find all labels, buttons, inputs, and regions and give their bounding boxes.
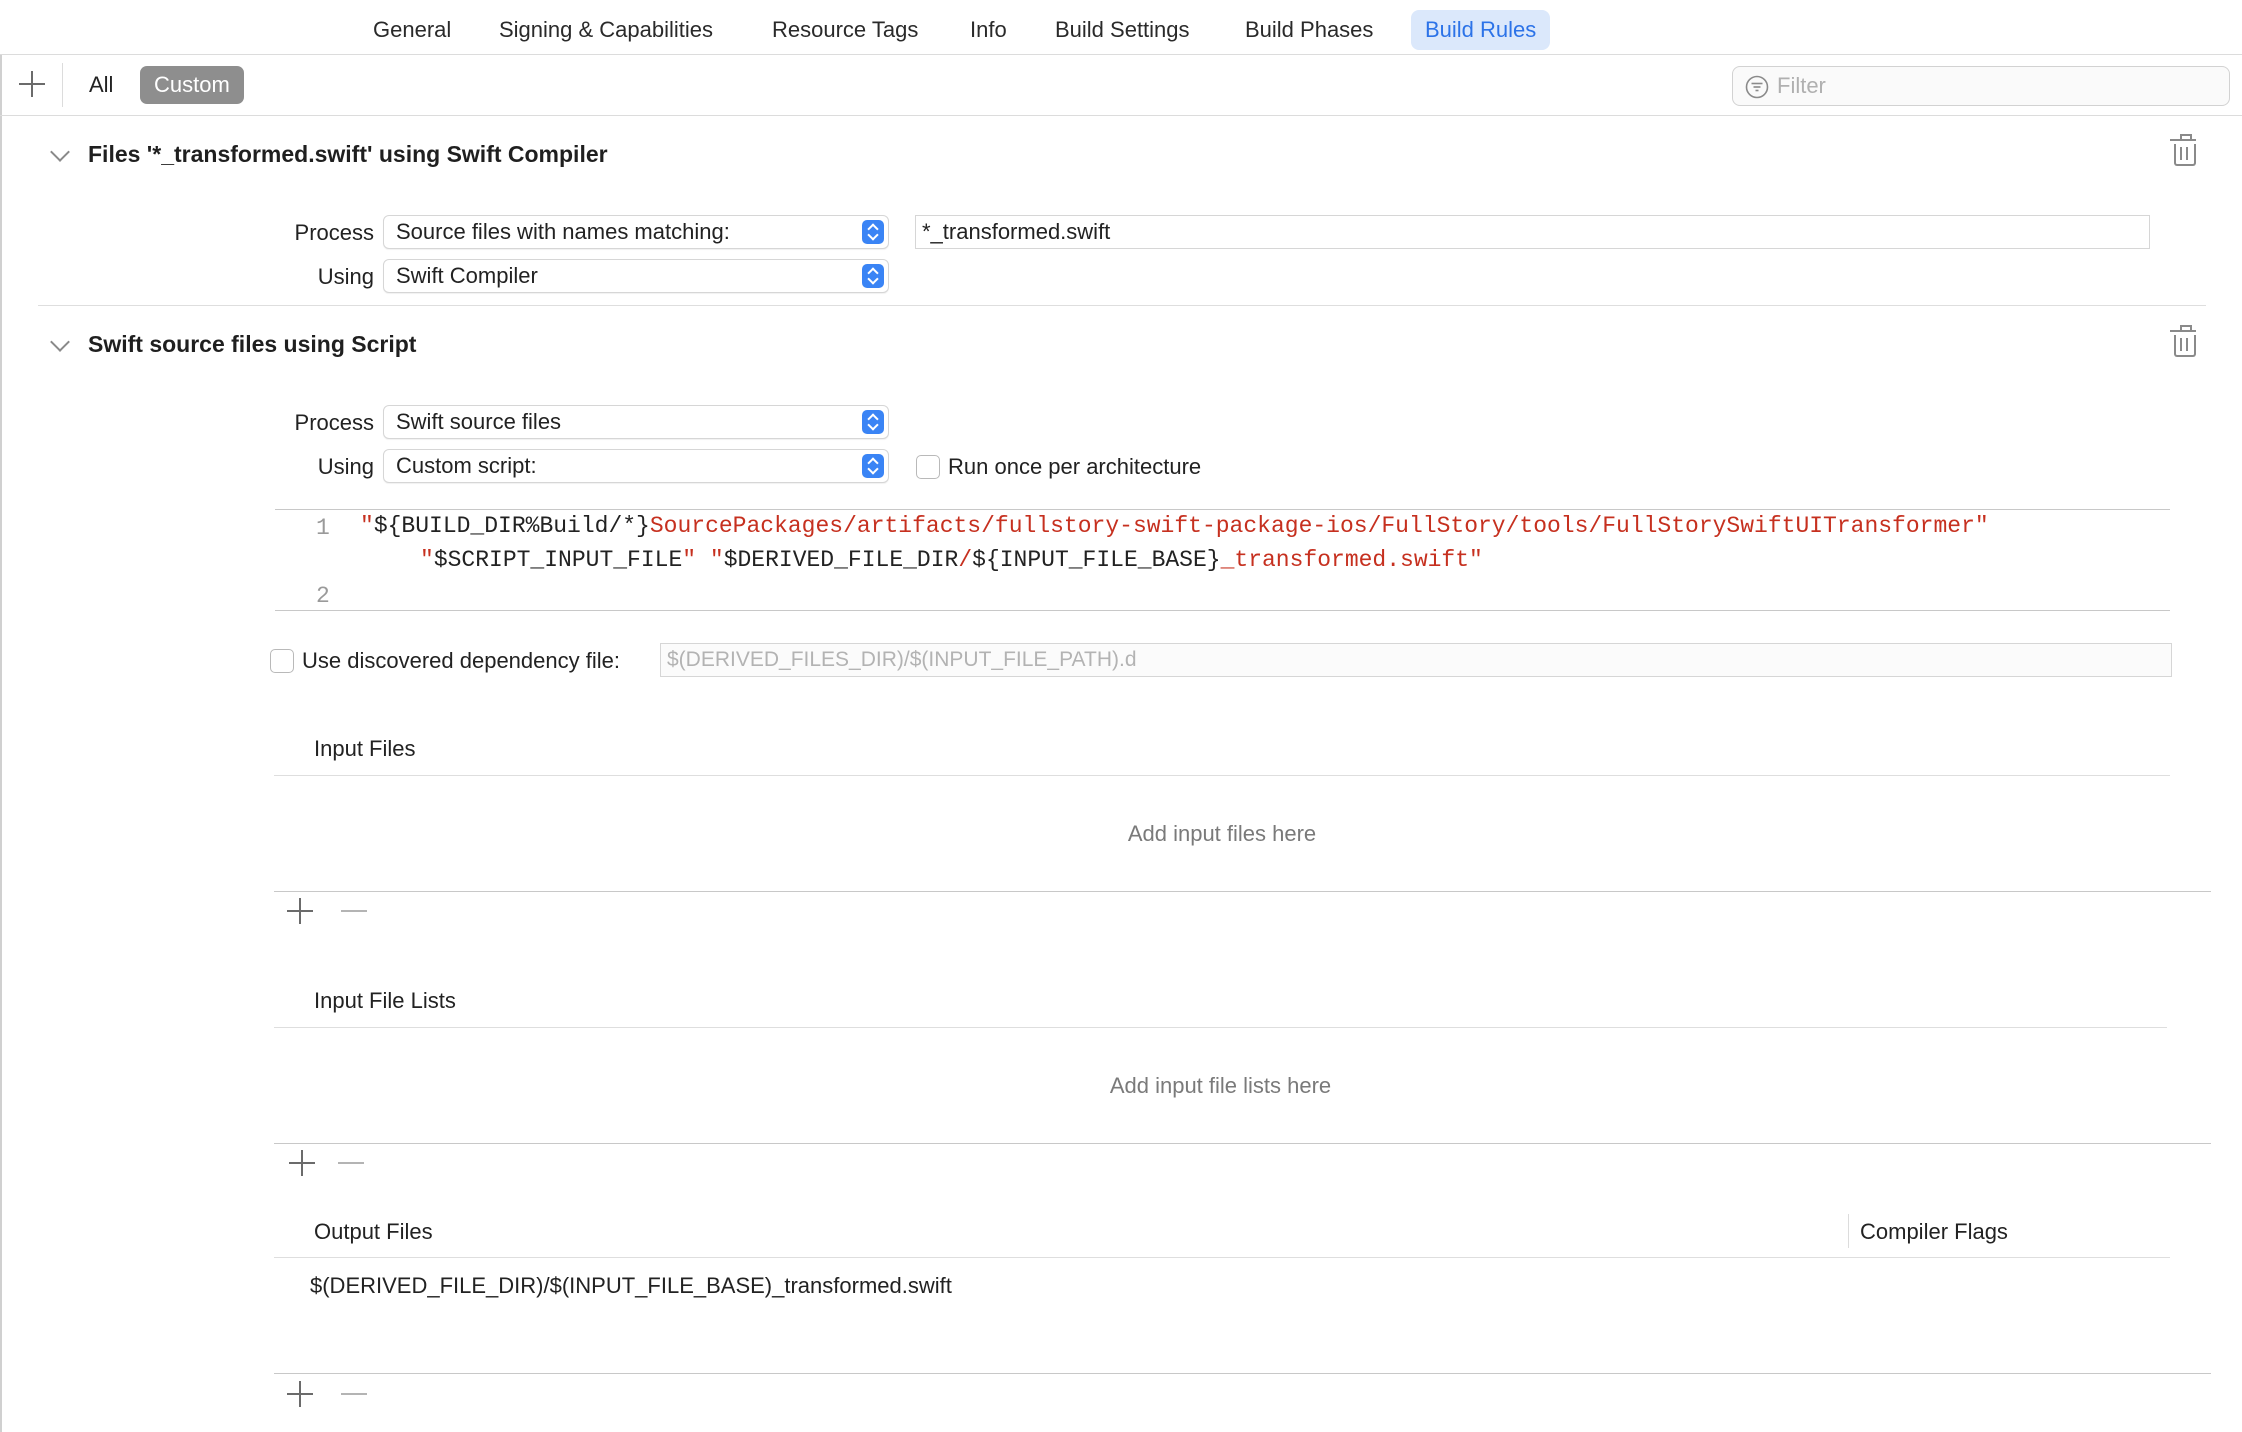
rule2-delete-trash-icon[interactable] [2170, 325, 2196, 357]
rule2-title: Swift source files using Script [88, 331, 417, 357]
filter-custom-button[interactable]: Custom [140, 66, 244, 104]
run-once-checkbox[interactable] [916, 455, 940, 479]
output-file-row[interactable]: $(DERIVED_FILE_DIR)/$(INPUT_FILE_BASE)_t… [310, 1273, 952, 1299]
script-editor-top-border [275, 509, 2170, 510]
input-files-header: Input Files [314, 736, 416, 761]
rule2-process-value: Swift source files [396, 409, 562, 434]
run-once-label: Run once per architecture [948, 454, 1202, 479]
tab-info[interactable]: Info [956, 10, 1021, 50]
rule-separator [38, 305, 2206, 306]
rule1-title: Files '*_transformed.swift' using Swift … [88, 141, 608, 167]
output-files-header-divider [274, 1257, 2170, 1258]
add-input-file-list-plus-icon[interactable] [289, 1150, 315, 1176]
filter-all-button[interactable]: All [75, 66, 127, 104]
rule2-using-value: Custom script: [396, 453, 537, 478]
input-files-header-divider [274, 775, 2170, 776]
rule2-using-popup[interactable]: Custom script: [383, 449, 889, 483]
tab-resource-tags[interactable]: Resource Tags [758, 10, 932, 50]
compiler-flags-header: Compiler Flags [1860, 1219, 2008, 1244]
popup-stepper-icon [862, 454, 884, 478]
rule1-using-value: Swift Compiler [396, 263, 538, 288]
rule2-using-label: Using [317, 454, 374, 479]
add-rule-plus-icon[interactable] [19, 71, 45, 97]
add-output-file-plus-icon[interactable] [287, 1381, 313, 1407]
rule1-pattern-field[interactable]: *_transformed.swift [915, 215, 2150, 249]
input-file-lists-placeholder: Add input file lists here [1109, 1073, 1332, 1098]
popup-stepper-icon [862, 264, 884, 288]
script-editor-bottom-border [275, 610, 2170, 611]
input-file-lists-header: Input File Lists [314, 988, 456, 1013]
input-file-lists-bottom-divider [274, 1143, 2211, 1144]
dependency-file-label: Use discovered dependency file: [302, 648, 620, 673]
rule1-pattern-value: *_transformed.swift [922, 219, 1111, 244]
rule1-using-label: Using [317, 264, 374, 289]
dependency-file-placeholder: $(DERIVED_FILES_DIR)/$(INPUT_FILE_PATH).… [667, 648, 1137, 671]
rule1-process-label: Process [294, 220, 374, 245]
tab-general[interactable]: General [359, 10, 465, 50]
input-file-lists-header-divider [274, 1027, 2167, 1028]
popup-stepper-icon [862, 220, 884, 244]
remove-input-file-minus-icon[interactable] [341, 910, 367, 912]
rule1-process-value: Source files with names matching: [396, 219, 730, 244]
toolbar-separator [62, 63, 63, 107]
dependency-file-checkbox[interactable] [270, 649, 294, 673]
remove-input-file-list-minus-icon[interactable] [338, 1162, 364, 1164]
rule1-delete-trash-icon[interactable] [2170, 134, 2196, 166]
left-edge [0, 55, 2, 1432]
script-line-number-1: 1 [316, 515, 330, 541]
tab-signing-capabilities[interactable]: Signing & Capabilities [485, 10, 727, 50]
rule1-process-popup[interactable]: Source files with names matching: [383, 215, 889, 249]
filter-icon [1745, 75, 1769, 99]
input-files-placeholder: Add input files here [1127, 821, 1317, 846]
output-files-bottom-divider [274, 1373, 2211, 1374]
filter-search-field[interactable]: Filter [1732, 66, 2230, 106]
tab-build-settings[interactable]: Build Settings [1041, 10, 1204, 50]
tab-bar: General Signing & Capabilities Resource … [0, 0, 2242, 55]
popup-stepper-icon [862, 410, 884, 434]
rule2-disclosure-chevron-icon[interactable] [50, 332, 70, 352]
tab-build-rules[interactable]: Build Rules [1411, 10, 1551, 50]
tab-build-phases[interactable]: Build Phases [1231, 10, 1387, 50]
script-line-number-2: 2 [316, 583, 330, 609]
rule2-process-popup[interactable]: Swift source files [383, 405, 889, 439]
input-files-bottom-divider [274, 891, 2211, 892]
script-line-1-continued[interactable]: "$SCRIPT_INPUT_FILE" "$DERIVED_FILE_DIR/… [420, 547, 1483, 573]
script-line-1[interactable]: "${BUILD_DIR%Build/*}SourcePackages/arti… [360, 513, 1989, 539]
rule2-process-label: Process [294, 410, 374, 435]
remove-output-file-minus-icon[interactable] [341, 1393, 367, 1395]
output-column-separator [1848, 1214, 1849, 1248]
add-input-file-plus-icon[interactable] [287, 898, 313, 924]
filter-placeholder: Filter [1777, 73, 1826, 98]
output-files-header: Output Files [314, 1219, 433, 1244]
rule1-disclosure-chevron-icon[interactable] [50, 142, 70, 162]
dependency-file-field[interactable]: $(DERIVED_FILES_DIR)/$(INPUT_FILE_PATH).… [660, 643, 2172, 677]
rule1-using-popup[interactable]: Swift Compiler [383, 259, 889, 293]
